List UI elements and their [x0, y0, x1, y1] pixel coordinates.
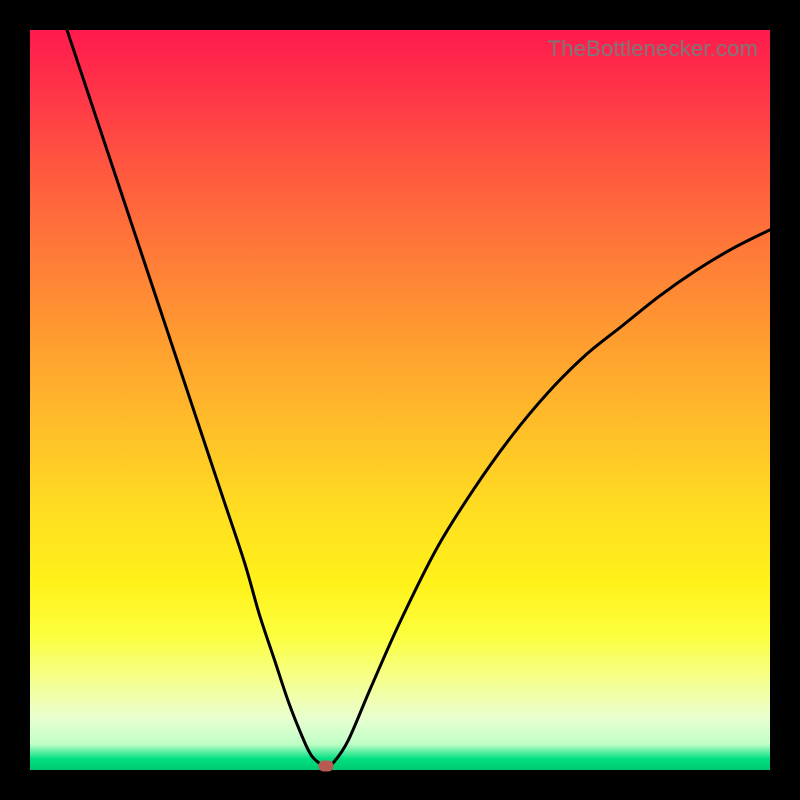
curve-path	[67, 30, 770, 766]
optimal-marker	[319, 761, 334, 772]
plot-area: TheBottlenecker.com	[30, 30, 770, 770]
bottleneck-curve	[30, 30, 770, 770]
chart-frame: TheBottlenecker.com	[0, 0, 800, 800]
